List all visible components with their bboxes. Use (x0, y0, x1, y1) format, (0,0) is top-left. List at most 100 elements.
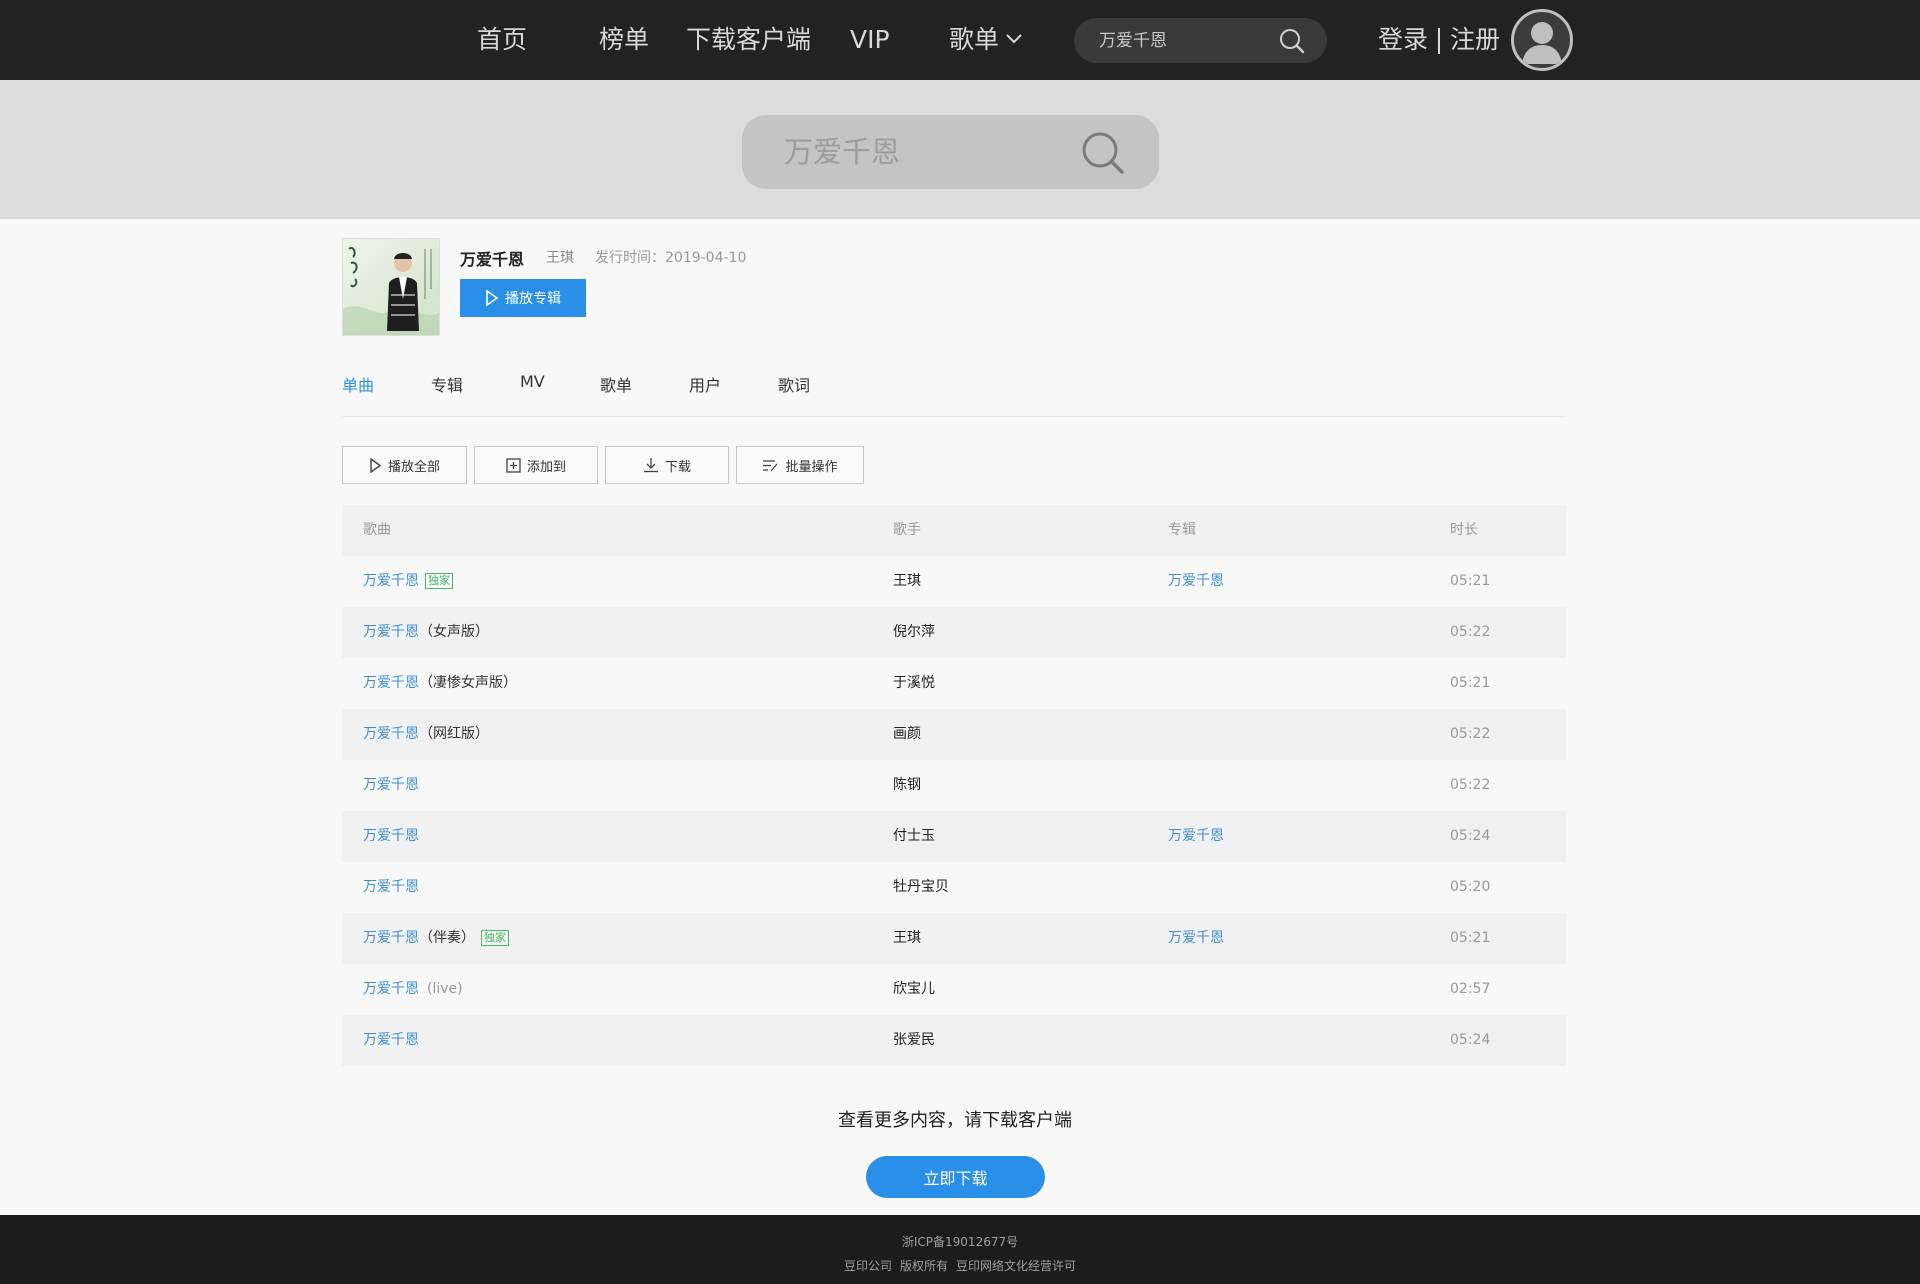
song-cell: 万爱千恩 (363, 862, 419, 913)
hero-search-input[interactable] (784, 115, 1084, 189)
singer-link[interactable]: 于溪悦 (893, 658, 935, 709)
play-album-button[interactable]: 播放专辑 (460, 279, 586, 317)
duration-cell: 05:24 (1450, 1032, 1491, 1048)
nav-download-client[interactable]: 下载客户端 (686, 0, 811, 80)
download-button[interactable]: 下载 (605, 446, 729, 484)
song-title-link[interactable]: 万爱千恩 (363, 828, 419, 844)
table-row[interactable]: 万爱千恩 付士玉 万爱千恩 05:24 (342, 811, 1566, 862)
footer-company[interactable]: 豆印公司 (844, 1259, 892, 1273)
search-icon[interactable] (1080, 130, 1126, 176)
table-row[interactable]: 万爱千恩（伴奏） 独家 王琪 万爱千恩 05:21 (342, 913, 1566, 964)
duration-cell: 02:57 (1450, 981, 1491, 997)
batch-edit-icon (763, 459, 778, 471)
exclusive-badge: 独家 (481, 930, 509, 946)
user-avatar-icon[interactable] (1511, 9, 1573, 71)
tab-users[interactable]: 用户 (689, 372, 721, 396)
song-title-link[interactable]: 万爱千恩 (363, 675, 419, 691)
register-link[interactable]: 注册 (1450, 25, 1500, 54)
album-link[interactable]: 万爱千恩 (1168, 556, 1224, 607)
table-row[interactable]: 万爱千恩 独家 王琪 万爱千恩 05:21 (342, 556, 1566, 607)
song-title-link[interactable]: 万爱千恩 (363, 930, 419, 946)
singer-link[interactable]: 牡丹宝贝 (893, 862, 949, 913)
duration-cell: 05:22 (1450, 777, 1491, 793)
download-icon (643, 458, 658, 473)
song-cell: 万爱千恩 (363, 1015, 419, 1066)
album-cover-image[interactable] (342, 238, 440, 336)
nav-search-input[interactable] (1099, 18, 1269, 63)
footer: 浙ICP备19012677号 豆印公司 版权所有 豆印网络文化经营许可 (0, 1215, 1920, 1284)
song-cell: 万爱千恩（伴奏） 独家 (363, 913, 509, 964)
play-all-button[interactable]: 播放全部 (342, 446, 467, 484)
column-header-singer: 歌手 (893, 522, 921, 538)
login-link[interactable]: 登录 (1378, 25, 1428, 54)
song-title-link[interactable]: 万爱千恩 (363, 879, 419, 895)
auth-divider (1438, 28, 1441, 54)
footer-license[interactable]: 豆印网络文化经营许可 (956, 1259, 1076, 1273)
album-link[interactable]: 万爱千恩 (1168, 811, 1224, 862)
nav-home[interactable]: 首页 (477, 0, 527, 80)
tab-lyrics[interactable]: 歌词 (778, 372, 810, 396)
table-header-row: 歌曲 歌手 专辑 时长 (342, 505, 1566, 556)
singer-link[interactable]: 王琪 (893, 913, 921, 964)
footer-icp[interactable]: 浙ICP备19012677号 (0, 1233, 1920, 1250)
download-now-button[interactable]: 立即下载 (866, 1156, 1045, 1198)
duration-cell: 05:21 (1450, 675, 1491, 691)
nav-search-box (1074, 18, 1327, 63)
play-all-label: 播放全部 (387, 459, 440, 475)
song-title-link[interactable]: 万爱千恩 (363, 726, 419, 742)
singer-link[interactable]: 王琪 (893, 556, 921, 607)
play-album-label: 播放专辑 (505, 291, 561, 307)
song-cell: 万爱千恩 独家 (363, 556, 453, 607)
download-label: 下载 (664, 459, 691, 475)
table-row[interactable]: 万爱千恩（网红版） 画颜 05:22 (342, 709, 1566, 760)
song-cell: 万爱千恩 (363, 811, 419, 862)
album-link[interactable]: 万爱千恩 (1168, 913, 1224, 964)
search-banner (0, 80, 1920, 219)
singer-link[interactable]: 付士玉 (893, 811, 935, 862)
chevron-down-icon (1006, 34, 1022, 44)
singer-link[interactable]: 倪尔萍 (893, 607, 935, 658)
singer-link[interactable]: 陈钢 (893, 760, 921, 811)
nav-playlists-dropdown[interactable]: 歌单 (949, 0, 1023, 80)
table-row[interactable]: 万爱千恩 牡丹宝贝 05:20 (342, 862, 1566, 913)
song-version-label: （伴奏） (419, 930, 475, 946)
song-version-label: （女声版） (419, 624, 489, 640)
song-title-link[interactable]: 万爱千恩 (363, 981, 419, 997)
table-row[interactable]: 万爱千恩 张爱民 05:24 (342, 1015, 1566, 1066)
album-artist[interactable]: 王琪 (546, 247, 574, 267)
song-cell: 万爱千恩（女声版） (363, 607, 489, 658)
nav-vip[interactable]: VIP (850, 0, 890, 80)
play-icon (486, 290, 499, 306)
tab-playlists[interactable]: 歌单 (600, 372, 632, 396)
table-row[interactable]: 万爱千恩 (live) 欣宝儿 02:57 (342, 964, 1566, 1015)
song-cell: 万爱千恩 (363, 760, 419, 811)
auth-links: 登录 注册 (1378, 0, 1500, 80)
singer-link[interactable]: 欣宝儿 (893, 964, 935, 1015)
song-title-link[interactable]: 万爱千恩 (363, 777, 419, 793)
duration-cell: 05:22 (1450, 624, 1491, 640)
column-header-song: 歌曲 (363, 522, 391, 538)
table-row[interactable]: 万爱千恩 陈钢 05:22 (342, 760, 1566, 811)
add-to-label: 添加到 (526, 459, 566, 475)
table-row[interactable]: 万爱千恩（凄惨女声版） 于溪悦 05:21 (342, 658, 1566, 709)
song-version-label: （凄惨女声版） (419, 675, 517, 691)
song-title-link[interactable]: 万爱千恩 (363, 573, 419, 589)
search-icon[interactable] (1279, 28, 1305, 54)
singer-link[interactable]: 张爱民 (893, 1015, 935, 1066)
singer-link[interactable]: 画颜 (893, 709, 921, 760)
song-version-label: （网红版） (419, 726, 489, 742)
tab-mv[interactable]: MV (520, 372, 545, 391)
footer-rights: 版权所有 (899, 1259, 948, 1273)
add-to-button[interactable]: 添加到 (474, 446, 598, 484)
table-row[interactable]: 万爱千恩（女声版） 倪尔萍 05:22 (342, 607, 1566, 658)
duration-cell: 05:24 (1450, 828, 1491, 844)
duration-cell: 05:21 (1450, 930, 1491, 946)
batch-operation-button[interactable]: 批量操作 (736, 446, 864, 484)
tab-songs[interactable]: 单曲 (342, 372, 374, 396)
song-title-link[interactable]: 万爱千恩 (363, 1032, 419, 1048)
nav-playlists-label: 歌单 (949, 25, 1000, 54)
nav-charts[interactable]: 榜单 (599, 0, 649, 80)
song-title-link[interactable]: 万爱千恩 (363, 624, 419, 640)
album-title: 万爱千恩 (460, 250, 525, 269)
tab-albums[interactable]: 专辑 (431, 372, 463, 396)
